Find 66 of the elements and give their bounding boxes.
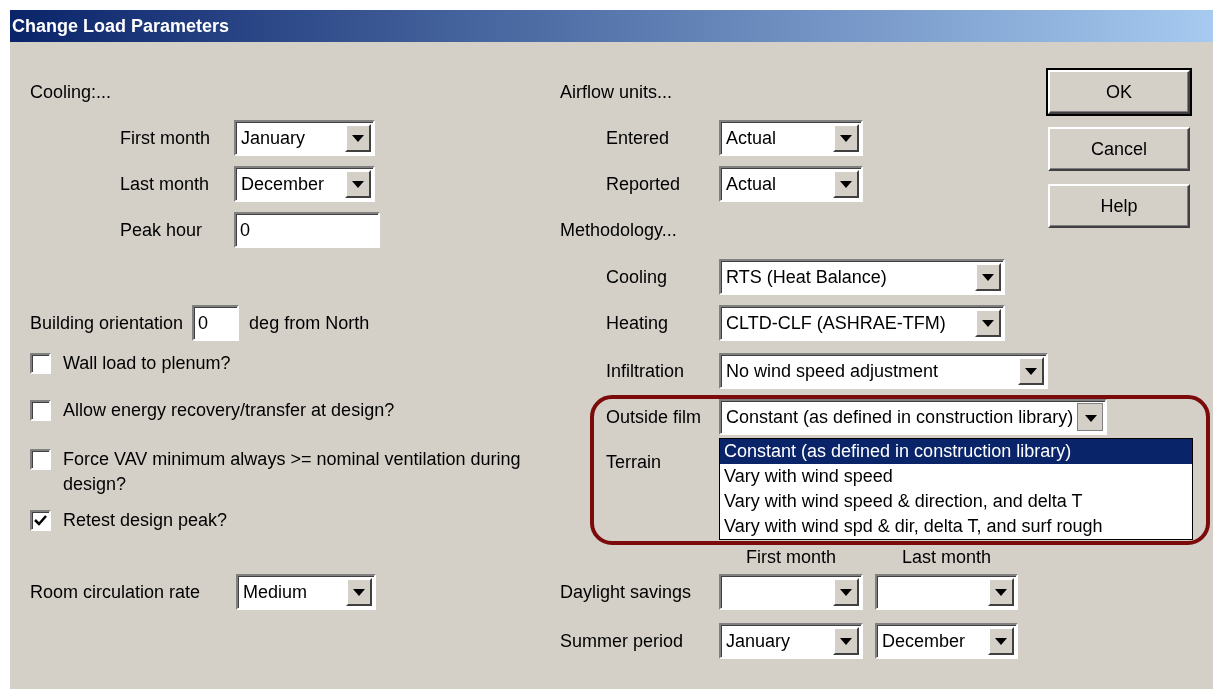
list-option[interactable]: Vary with wind spd & dir, delta T, and surf rough [720,514,1192,539]
checkbox-label: Retest design peak? [63,509,229,532]
checkbox[interactable] [30,353,51,374]
dropdown[interactable]: Constant (as defined in construction library) [719,399,1108,435]
caret-icon [840,637,852,645]
list-option[interactable]: Vary with wind speed [720,464,1192,489]
dropdown[interactable]: Actual [719,166,863,202]
checkbox-label: Allow energy recovery/transfer at design? [63,399,396,422]
checkbox[interactable] [30,400,51,421]
field-label: Daylight savings [560,581,693,603]
dropdown[interactable]: CLTD-CLF (ASHRAE-TFM) [719,305,1005,341]
caret-icon [1085,414,1098,422]
caret-icon [840,180,852,188]
field-label: Summer period [560,630,685,652]
dropdown[interactable] [719,574,863,610]
field-label: Outside film [606,406,703,428]
column-header: Last month [900,546,993,568]
caret-icon [982,319,994,327]
dropdown[interactable]: January [719,623,863,659]
caret-icon [840,134,852,142]
checkbox[interactable] [30,510,51,531]
input-field[interactable]: 0 [192,305,240,341]
field-label: Peak hour [120,219,204,241]
dialog-button[interactable]: Cancel [1048,127,1190,171]
checkbox[interactable] [30,449,51,470]
caret-icon [982,273,994,281]
input-field[interactable]: 0 [234,212,380,248]
dropdown[interactable]: Medium [236,574,376,610]
unit-label: deg from North [249,312,370,334]
field-label: Infiltration [606,360,686,382]
window-title: Change Load Parameters [12,15,230,37]
caret-icon [840,588,852,596]
dropdown[interactable]: December [234,166,375,202]
dropdown[interactable]: December [875,623,1018,659]
caret-icon [995,588,1007,596]
field-label: First month [120,127,212,149]
field-label: Entered [606,127,671,149]
caret-icon [352,134,364,142]
section-heading: Cooling:... [30,81,112,103]
dropdown-button[interactable] [1077,403,1104,431]
dialog-button[interactable]: OK [1048,70,1190,114]
field-label: Room circulation rate [30,581,202,603]
dropdown[interactable]: Actual [719,120,863,156]
checkbox-label: Force VAV minimum always >= nominal ventilation during design? [63,448,522,496]
field-label: Last month [120,173,211,195]
list-option[interactable]: Constant (as defined in construction library) [720,439,1192,464]
list-option[interactable]: Vary with wind speed & direction, and delta T [720,489,1192,514]
field-label: Cooling [606,266,669,288]
caret-icon [352,180,364,188]
dialog-button[interactable]: Help [1048,184,1190,228]
check-icon [34,515,47,526]
dropdown[interactable]: RTS (Heat Balance) [719,259,1005,295]
field-label: Heating [606,312,670,334]
field-label: Building orientation [30,312,184,334]
section-heading: Airflow units... [560,81,673,103]
dropdown[interactable] [875,574,1018,610]
caret-icon [995,637,1007,645]
section-heading: Methodology... [560,219,677,241]
dropdown[interactable]: January [234,120,375,156]
caret-icon [353,588,365,596]
caret-icon [1025,367,1037,375]
field-label: Reported [606,173,682,195]
column-header: First month [745,546,837,568]
field-label: Terrain [606,451,663,473]
checkbox-label: Wall load to plenum? [63,352,232,375]
dropdown[interactable]: No wind speed adjustment [719,353,1048,389]
